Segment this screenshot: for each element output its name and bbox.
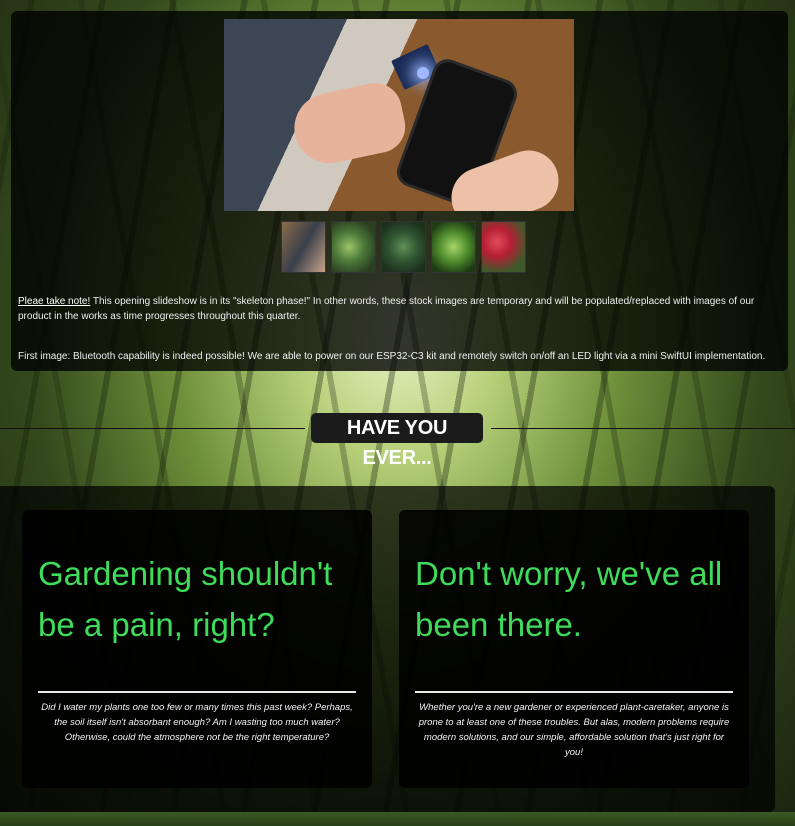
- thumbnail-succulent[interactable]: [331, 221, 376, 273]
- section-heading: HAVE YOU EVER...: [311, 413, 483, 469]
- card-gardening-pain: Gardening shouldn't be a pain, right? Di…: [22, 510, 372, 788]
- card-dont-worry: Don't worry, we've all been there. Wheth…: [399, 510, 749, 788]
- thumbnail-roses[interactable]: [481, 221, 526, 273]
- card-title: Gardening shouldn't be a pain, right?: [38, 555, 333, 643]
- thumbnail-fern[interactable]: [431, 221, 476, 273]
- thumbnail-leaves[interactable]: [381, 221, 426, 273]
- section-divider-right: [491, 428, 795, 429]
- card-title: Don't worry, we've all been there.: [415, 555, 723, 643]
- card-body: Whether you're a new gardener or experie…: [418, 702, 730, 758]
- slideshow-main-image: [224, 19, 574, 211]
- card-body: Did I water my plants one too few or man…: [41, 702, 353, 743]
- note-text: This opening slideshow is in its "skelet…: [18, 296, 755, 322]
- first-image-caption: First image: Bluetooth capability is ind…: [18, 351, 766, 362]
- slideshow-panel: Pleae take note! This opening slideshow …: [11, 11, 788, 371]
- slideshow-note: Pleae take note! This opening slideshow …: [18, 294, 778, 324]
- background-bottom-edge: [0, 812, 795, 826]
- hand-shape: [287, 78, 411, 170]
- cards-panel: Gardening shouldn't be a pain, right? Di…: [0, 486, 775, 812]
- thumbnail-bluetooth[interactable]: [281, 221, 326, 273]
- section-divider-left: [0, 428, 305, 429]
- slideshow-thumbnails: [281, 221, 526, 273]
- card-divider: [415, 691, 733, 693]
- led-light-shape: [417, 67, 429, 79]
- card-divider: [38, 691, 356, 693]
- take-note-link[interactable]: Pleae take note!: [18, 296, 90, 307]
